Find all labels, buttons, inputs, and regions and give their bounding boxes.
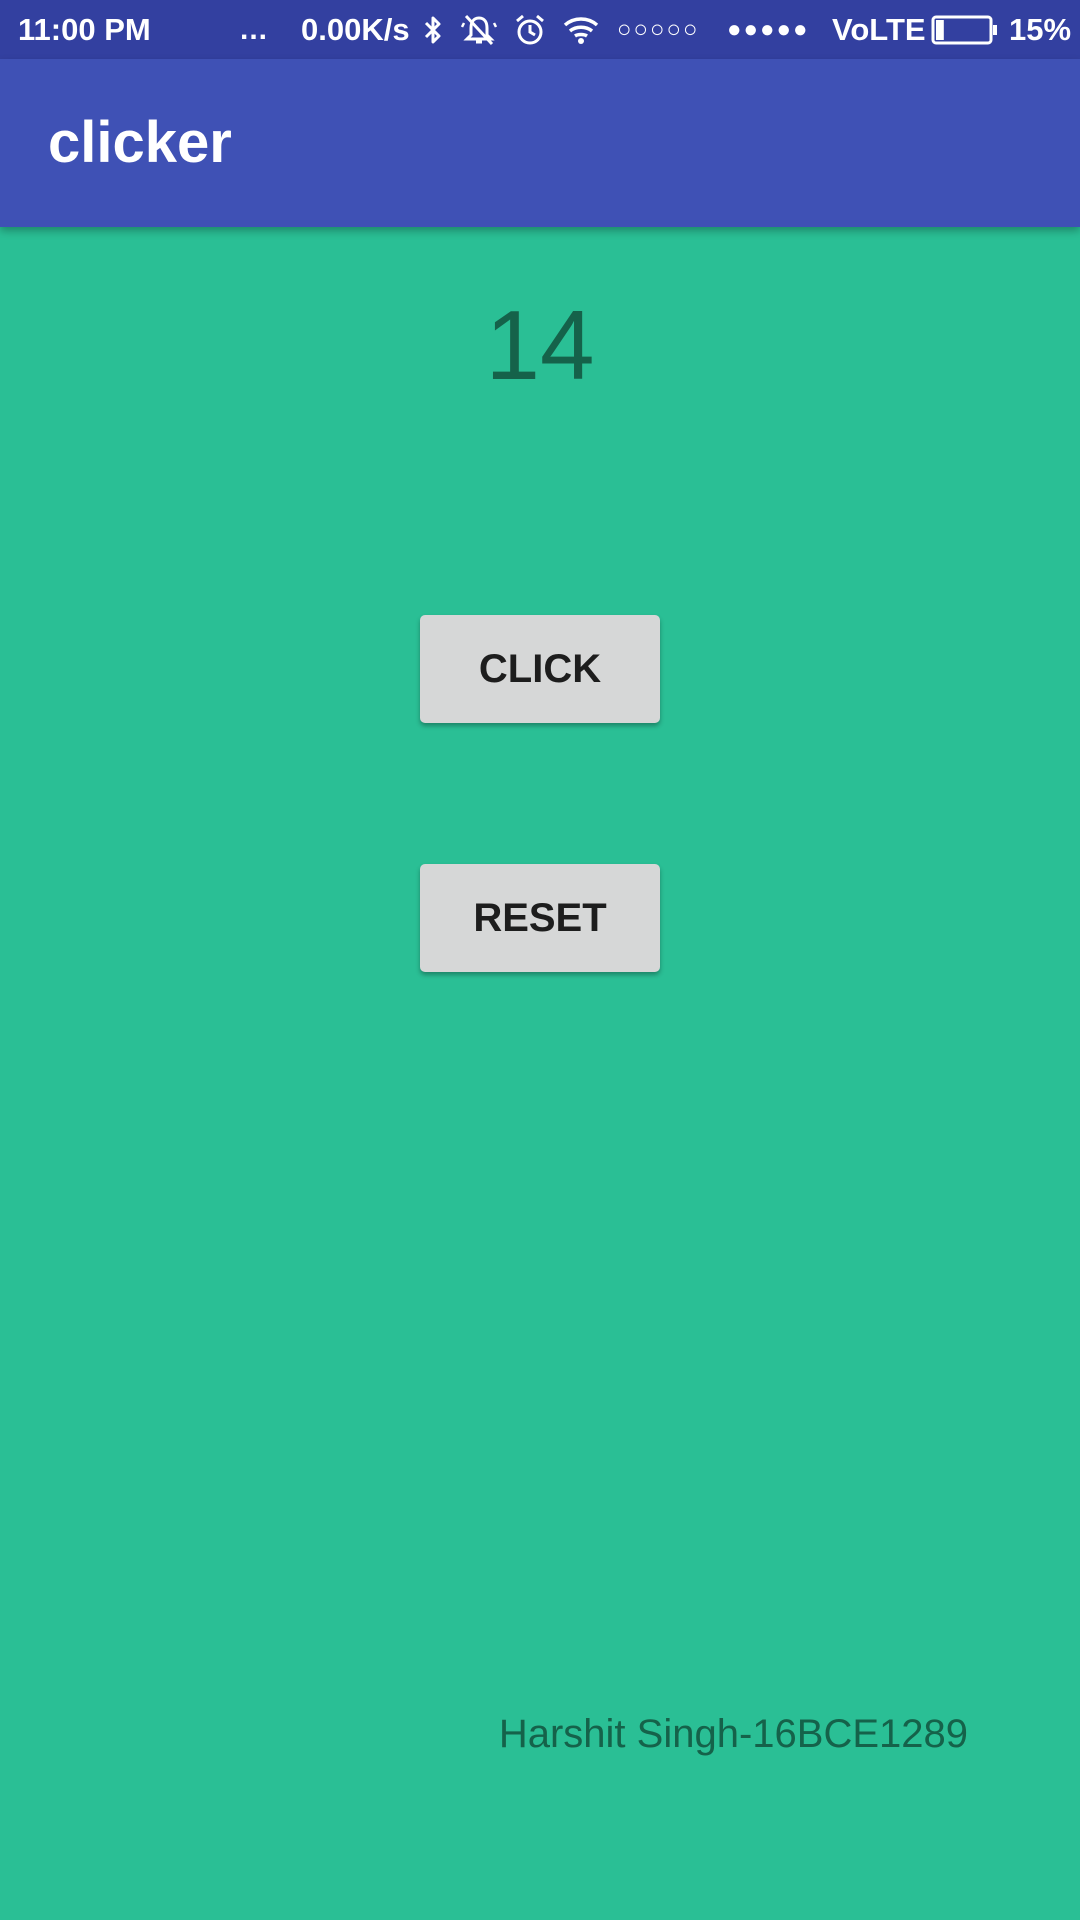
- network-type-label: VoLTE: [832, 12, 926, 47]
- status-bar: 11:00 PM ... 0.00K/s ○○○○○ ●●●●● VoLTE 1…: [0, 0, 1080, 59]
- author-credit: Harshit Singh-16BCE1289: [498, 1712, 968, 1756]
- battery-icon: [931, 0, 999, 59]
- alarm-icon: [512, 0, 548, 59]
- sim2-signal-indicator: ●●●●●: [727, 16, 810, 43]
- click-button[interactable]: CLICK: [420, 615, 660, 723]
- status-time: 11:00 PM: [18, 12, 151, 47]
- app-title: clicker: [48, 110, 232, 175]
- battery-percentage: 15%: [1009, 12, 1072, 47]
- more-notifications-indicator: ...: [240, 13, 269, 46]
- sim1-signal-indicator: ○○○○○: [617, 16, 700, 43]
- wifi-icon: [562, 0, 600, 59]
- bluetooth-icon: [420, 0, 446, 59]
- reset-button[interactable]: RESET: [420, 864, 660, 972]
- network-speed: 0.00K/s: [301, 12, 410, 47]
- vibrate-off-icon: [460, 0, 498, 59]
- counter-display: 14: [485, 290, 595, 400]
- app-bar: clicker: [0, 59, 1080, 227]
